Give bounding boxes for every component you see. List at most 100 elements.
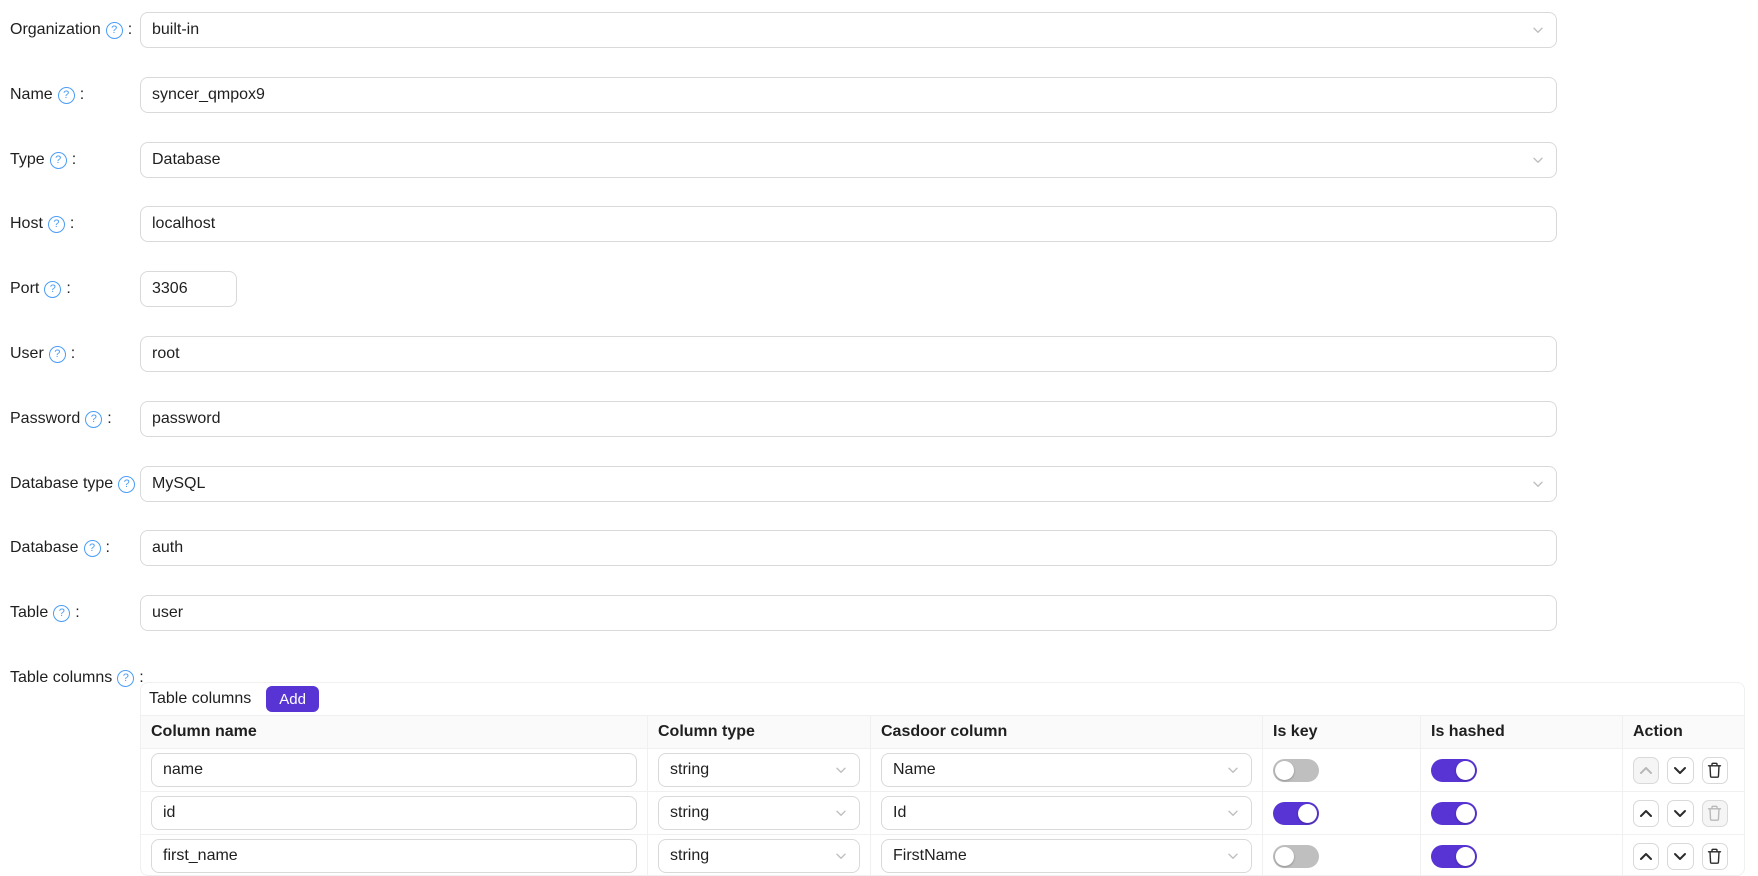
form-field-row: Host ? : localhost <box>0 206 1758 242</box>
move-down-button[interactable] <box>1667 757 1693 784</box>
move-down-button[interactable] <box>1667 843 1693 870</box>
select-input[interactable]: built-in <box>140 12 1557 48</box>
casdoor-column-select[interactable]: Id <box>881 796 1252 830</box>
form-field-row: Password ? : password <box>0 401 1758 437</box>
field-label: Organization ? : <box>10 12 132 48</box>
is-hashed-toggle[interactable] <box>1431 759 1477 782</box>
is-key-toggle[interactable] <box>1273 845 1319 868</box>
is-hashed-toggle[interactable] <box>1431 802 1477 825</box>
table-row: first_name string FirstName <box>141 835 1744 876</box>
chevron-up-icon <box>1638 807 1654 820</box>
help-icon[interactable]: ? <box>58 87 75 104</box>
label-colon: : <box>70 215 74 233</box>
text-input[interactable]: 3306 <box>140 271 237 307</box>
field-label-text: Organization <box>10 21 101 39</box>
chevron-down-icon <box>1226 849 1240 863</box>
field-label-text: Host <box>10 215 43 233</box>
help-icon[interactable]: ? <box>117 670 134 687</box>
help-icon[interactable]: ? <box>53 605 70 622</box>
text-input[interactable]: password <box>140 401 1557 437</box>
text-input[interactable]: localhost <box>140 206 1557 242</box>
field-label-text: Type <box>10 151 45 169</box>
label-colon: : <box>72 151 76 169</box>
table-header-cell: Casdoor column <box>871 716 1263 749</box>
field-label-text: User <box>10 345 44 363</box>
chevron-down-icon <box>1531 23 1545 37</box>
text-input[interactable]: user <box>140 595 1557 631</box>
column-name-input[interactable]: id <box>151 796 637 830</box>
field-label: Host ? : <box>10 206 74 242</box>
chevron-down-icon <box>1226 806 1240 820</box>
table-header-cell: Action <box>1623 716 1745 749</box>
casdoor-column-select[interactable]: Name <box>881 753 1252 787</box>
move-up-button[interactable] <box>1633 800 1659 827</box>
text-input[interactable]: root <box>140 336 1557 372</box>
label-colon: : <box>128 21 132 39</box>
delete-button[interactable] <box>1702 757 1728 784</box>
form-field-row: Name ? : syncer_qmpox9 <box>0 77 1758 113</box>
delete-button <box>1702 800 1728 827</box>
form-field-row: Organization ? : built-in <box>0 12 1758 48</box>
label-colon: : <box>106 539 110 557</box>
field-label: Port ? : <box>10 271 71 307</box>
column-type-select[interactable]: string <box>658 796 860 830</box>
chevron-down-icon <box>1672 850 1688 863</box>
field-label-text: Database type <box>10 475 113 493</box>
chevron-down-icon <box>1226 763 1240 777</box>
chevron-down-icon <box>834 806 848 820</box>
label-colon: : <box>66 280 70 298</box>
text-input[interactable]: auth <box>140 530 1557 566</box>
column-type-select[interactable]: string <box>658 839 860 873</box>
help-icon[interactable]: ? <box>44 281 61 298</box>
is-hashed-toggle[interactable] <box>1431 845 1477 868</box>
column-name-input[interactable]: name <box>151 753 637 787</box>
label-colon: : <box>75 604 79 622</box>
form-field-row: Port ? : 3306 <box>0 271 1758 307</box>
field-label: Database type ? : <box>10 466 145 502</box>
help-icon[interactable]: ? <box>50 152 67 169</box>
chevron-down-icon <box>1531 477 1545 491</box>
help-icon[interactable]: ? <box>84 540 101 557</box>
column-name-input[interactable]: first_name <box>151 839 637 873</box>
help-icon[interactable]: ? <box>49 346 66 363</box>
field-label: Table ? : <box>10 595 80 631</box>
is-key-toggle[interactable] <box>1273 759 1319 782</box>
label-colon: : <box>107 410 111 428</box>
table-header-cell: Is hashed <box>1421 716 1623 749</box>
field-label: Password ? : <box>10 401 112 437</box>
casdoor-column-select[interactable]: FirstName <box>881 839 1252 873</box>
label-colon: : <box>80 86 84 104</box>
field-label: Name ? : <box>10 77 84 113</box>
help-icon[interactable]: ? <box>85 411 102 428</box>
field-label: Database ? : <box>10 530 110 566</box>
form-field-row: User ? : root <box>0 336 1758 372</box>
move-up-button <box>1633 757 1659 784</box>
trash-icon <box>1707 848 1722 865</box>
table-header-cell: Is key <box>1263 716 1421 749</box>
move-up-button[interactable] <box>1633 843 1659 870</box>
select-input[interactable]: MySQL <box>140 466 1557 502</box>
column-type-select[interactable]: string <box>658 753 860 787</box>
text-input[interactable]: syncer_qmpox9 <box>140 77 1557 113</box>
delete-button[interactable] <box>1702 843 1728 870</box>
add-column-button[interactable]: Add <box>266 686 319 712</box>
help-icon[interactable]: ? <box>118 476 135 493</box>
help-icon[interactable]: ? <box>106 22 123 39</box>
select-input[interactable]: Database <box>140 142 1557 178</box>
table-body: name string Name <box>141 749 1744 876</box>
chevron-up-icon <box>1638 764 1654 777</box>
table-title-bar: Table columns Add <box>141 683 1744 716</box>
table-row: name string Name <box>141 749 1744 792</box>
table-row: id string Id <box>141 792 1744 835</box>
field-label-text: Database <box>10 539 79 557</box>
table-header-row: Column name Column type Casdoor column I… <box>141 716 1744 749</box>
is-key-toggle[interactable] <box>1273 802 1319 825</box>
field-label-text: Port <box>10 280 39 298</box>
table-title: Table columns <box>149 690 251 708</box>
field-label-text: Password <box>10 410 80 428</box>
chevron-down-icon <box>1672 764 1688 777</box>
help-icon[interactable]: ? <box>48 216 65 233</box>
form-field-row: Table ? : user <box>0 595 1758 631</box>
move-down-button[interactable] <box>1667 800 1693 827</box>
chevron-down-icon <box>834 849 848 863</box>
